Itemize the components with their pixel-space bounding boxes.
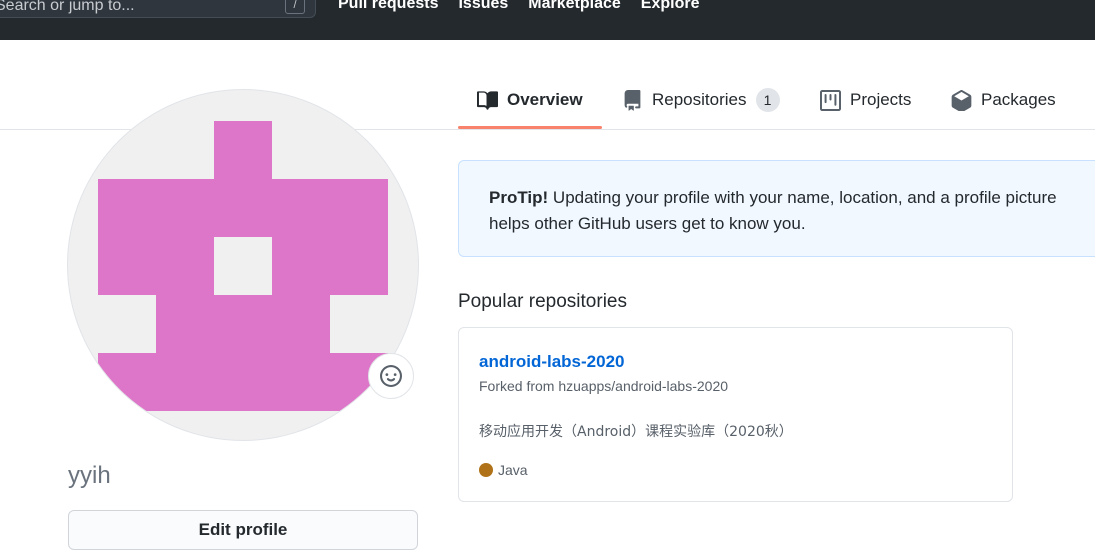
language-color-dot — [479, 463, 493, 477]
repo-icon — [624, 89, 641, 111]
set-status-button[interactable] — [368, 353, 414, 399]
protip-label: ProTip! — [489, 188, 549, 207]
nav-marketplace[interactable]: Marketplace — [528, 0, 621, 14]
protip-banner: ProTip! Updating your profile with your … — [458, 160, 1095, 257]
nav-explore[interactable]: Explore — [641, 0, 700, 14]
repo-description: 移动应用开发（Android）课程实验库（2020秋） — [479, 424, 793, 440]
package-icon — [951, 89, 972, 111]
tab-projects[interactable]: Projects — [820, 80, 911, 120]
avatar[interactable] — [68, 90, 418, 440]
project-icon — [820, 89, 841, 111]
avatar-block — [98, 179, 388, 237]
smiley-icon — [380, 365, 402, 387]
tab-repositories-label: Repositories — [652, 90, 747, 109]
repo-forked-from: Forked from hzuapps/android-labs-2020 — [479, 378, 729, 394]
avatar-block — [214, 121, 272, 179]
header-nav: Pull requests Issues Marketplace Explore — [338, 0, 699, 14]
book-icon — [477, 90, 498, 110]
tab-overview[interactable]: Overview — [477, 80, 583, 120]
search-shortcut-hint: / — [285, 0, 305, 14]
avatar-block — [98, 237, 214, 295]
profile-username: yyih — [68, 462, 111, 489]
tab-packages-label: Packages — [981, 90, 1056, 109]
tab-overview-label: Overview — [507, 90, 583, 109]
repositories-count-badge: 1 — [755, 88, 780, 112]
protip-text: Updating your profile with your name, lo… — [489, 188, 1057, 233]
popular-repositories-heading: Popular repositories — [458, 291, 627, 312]
top-header: Search or jump to... / Pull requests Iss… — [0, 0, 1095, 40]
tab-projects-label: Projects — [850, 90, 912, 109]
edit-profile-button[interactable]: Edit profile — [68, 510, 418, 550]
nav-pull-requests[interactable]: Pull requests — [338, 0, 438, 14]
tab-packages[interactable]: Packages — [951, 80, 1056, 120]
tab-repositories[interactable]: Repositories 1 — [622, 80, 780, 120]
avatar-block — [156, 295, 330, 353]
repo-language-label: Java — [498, 462, 528, 478]
search-placeholder: Search or jump to... — [0, 0, 135, 14]
search-input[interactable]: Search or jump to... / — [0, 0, 316, 18]
avatar-block — [98, 353, 388, 411]
avatar-block — [272, 237, 388, 295]
repo-card: android-labs-2020 Forked from hzuapps/an… — [458, 327, 1013, 502]
repo-language: Java — [479, 462, 528, 478]
repo-name-link[interactable]: android-labs-2020 — [479, 352, 625, 372]
nav-issues[interactable]: Issues — [458, 0, 508, 14]
